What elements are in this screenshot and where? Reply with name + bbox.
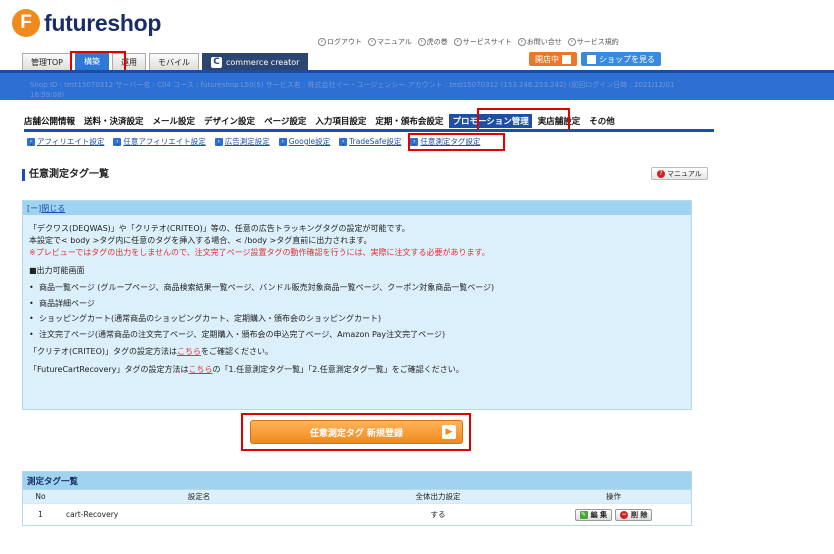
delete-icon: −: [620, 510, 628, 519]
info-toggle[interactable]: [ー]閉じる: [23, 201, 691, 215]
tips-link[interactable]: › 虎の巻: [417, 37, 448, 47]
arrow-icon: ›: [368, 38, 376, 46]
delete-button[interactable]: − 削 除: [615, 508, 653, 521]
info-box: [ー]閉じる 「デクワス(DEQWAS)」や「クリテオ(CRITEO)」等の、任…: [22, 200, 692, 410]
subnav-ad-measurement[interactable]: › 広告測定設定: [214, 136, 270, 147]
window-icon: [587, 54, 596, 64]
logout-link[interactable]: › ログアウト: [318, 37, 362, 47]
manual-button[interactable]: ? マニュアル: [651, 167, 708, 180]
info-line1: 「デクワス(DEQWAS)」や「クリテオ(CRITEO)」等の、任意の広告トラッ…: [29, 224, 410, 233]
info-body: 「デクワス(DEQWAS)」や「クリテオ(CRITEO)」等の、任意の広告トラッ…: [23, 215, 691, 384]
edit-button[interactable]: ✎ 編 集: [574, 508, 612, 521]
nav-store-info[interactable]: 店舗公開情報: [24, 115, 75, 127]
nav-divider: [24, 129, 714, 132]
row-name: cart-Recovery: [66, 510, 119, 519]
info-line2: 本設定で< body >タグ内に任意のタグを挿入する場合、< /body >タグ…: [29, 236, 372, 245]
shop-open-button[interactable]: 開店中: [529, 52, 577, 66]
row-actions: ✎ 編 集 − 削 除: [536, 508, 691, 521]
view-shop-button[interactable]: ショップを見る: [581, 52, 661, 66]
page-title: 任意測定タグ一覧: [22, 169, 109, 181]
list-item: 注文完了ページ(通常商品の注文完了ページ、定期購入・頒布会の申込完了ページ、Am…: [29, 327, 685, 343]
subnav-google[interactable]: › Google設定: [278, 136, 330, 147]
logo: F futureshop: [12, 9, 161, 37]
nav-mail[interactable]: メール設定: [153, 115, 196, 127]
tag-table: 測定タグ一覧 No 設定名 全体出力設定 操作 1 cart-Recovery …: [22, 471, 692, 526]
row-no: 1: [38, 510, 43, 519]
table-row: 1 cart-Recovery する ✎ 編 集 − 削 除: [23, 503, 691, 525]
arrow-icon: ›: [453, 38, 462, 46]
arrow-icon: ›: [318, 38, 326, 46]
nav-design[interactable]: デザイン設定: [204, 115, 255, 127]
main-tabs: 管理TOP 構築 運用 モバイル Ccommerce creator: [22, 52, 309, 70]
highlight-custom-tag-subnav: [408, 133, 505, 151]
terms-link[interactable]: › サービス規約: [567, 37, 619, 47]
nav-page[interactable]: ページ設定: [264, 115, 306, 127]
arrow-icon: ›: [517, 38, 526, 46]
subnav-tradesafe[interactable]: › TradeSafe設定: [339, 136, 401, 147]
tab-mobile[interactable]: モバイル: [149, 53, 200, 70]
col-name: 設定名: [187, 492, 211, 501]
criteo-note: 「クリテオ(CRITEO)」タグの設定方法はこちらをご確認ください。: [29, 347, 273, 356]
nav-other[interactable]: その他: [589, 115, 615, 127]
logo-mark: F: [12, 9, 40, 37]
col-output: 全体出力設定: [415, 492, 461, 501]
account-info-cont: 16:59:08): [30, 91, 65, 99]
fcr-link[interactable]: こちら: [188, 365, 212, 374]
col-no: No: [35, 492, 46, 501]
list-item: 商品詳細ページ: [29, 296, 685, 312]
nav-input-items[interactable]: 入力項目設定: [315, 115, 366, 127]
arrow-icon: ›: [214, 137, 223, 146]
list-item: 商品一覧ページ (グループページ、商品検索結果一覧ページ、バンドル販売対象商品一…: [29, 280, 685, 296]
highlight-new-button: [241, 413, 471, 451]
manual-link[interactable]: › マニュアル: [368, 37, 412, 47]
fcr-note: 「FutureCartRecovery」タグの設定方法はこちらの「1.任意測定タ…: [29, 365, 464, 374]
arrow-icon: ›: [417, 38, 426, 46]
arrow-icon: ›: [339, 137, 348, 146]
tab-commerce-creator[interactable]: Ccommerce creator: [202, 53, 309, 70]
service-site-link[interactable]: › サービスサイト: [453, 37, 512, 47]
criteo-link[interactable]: こちら: [177, 347, 201, 356]
info-warning: ※プレビューではタグの出力をしませんので、注文完了ページ設置タグの動作確認を行う…: [29, 248, 490, 257]
tab-admin-top[interactable]: 管理TOP: [22, 53, 73, 70]
top-links: › ログアウト › マニュアル › 虎の巻 › サービスサイト › お問い合せ › サービス…: [318, 37, 619, 47]
contact-link[interactable]: › お問い合せ: [517, 37, 562, 47]
commerce-creator-icon: C: [211, 56, 223, 68]
nav-shipping-payment[interactable]: 送料・決済設定: [84, 115, 144, 127]
table-header: No 設定名 全体出力設定 操作: [23, 489, 691, 503]
account-info: Shop ID : test15070312 サーバー名 : C04 コース :…: [30, 81, 675, 89]
row-output: する: [430, 510, 446, 519]
account-banner: Shop ID : test15070312 サーバー名 : C04 コース :…: [0, 70, 834, 100]
nav-subscription[interactable]: 定期・頒布会設定: [375, 115, 443, 127]
shop-buttons: 開店中 ショップを見る: [529, 52, 661, 66]
output-list: 商品一覧ページ (グループページ、商品検索結果一覧ページ、バンドル販売対象商品一…: [29, 280, 685, 342]
subnav-affiliate[interactable]: › アフィリエイト設定: [27, 136, 104, 147]
subnav-custom-affiliate[interactable]: › 任意アフィリエイト設定: [113, 136, 206, 147]
logo-text: futureshop: [44, 9, 162, 36]
edit-icon: ✎: [579, 510, 588, 519]
col-actions: 操作: [606, 492, 621, 501]
question-icon: ?: [657, 169, 665, 178]
arrow-icon: ›: [113, 137, 122, 146]
open-icon: [562, 54, 571, 64]
arrow-icon: ›: [27, 137, 35, 146]
arrow-icon: ›: [278, 137, 287, 146]
arrow-icon: ›: [567, 38, 576, 46]
list-item: ショッピングカート(通常商品のショッピングカート、定期購入・頒布会のショッピング…: [29, 311, 685, 327]
output-heading: ■出力可能画面: [29, 266, 85, 275]
table-title: 測定タグ一覧: [23, 472, 691, 489]
